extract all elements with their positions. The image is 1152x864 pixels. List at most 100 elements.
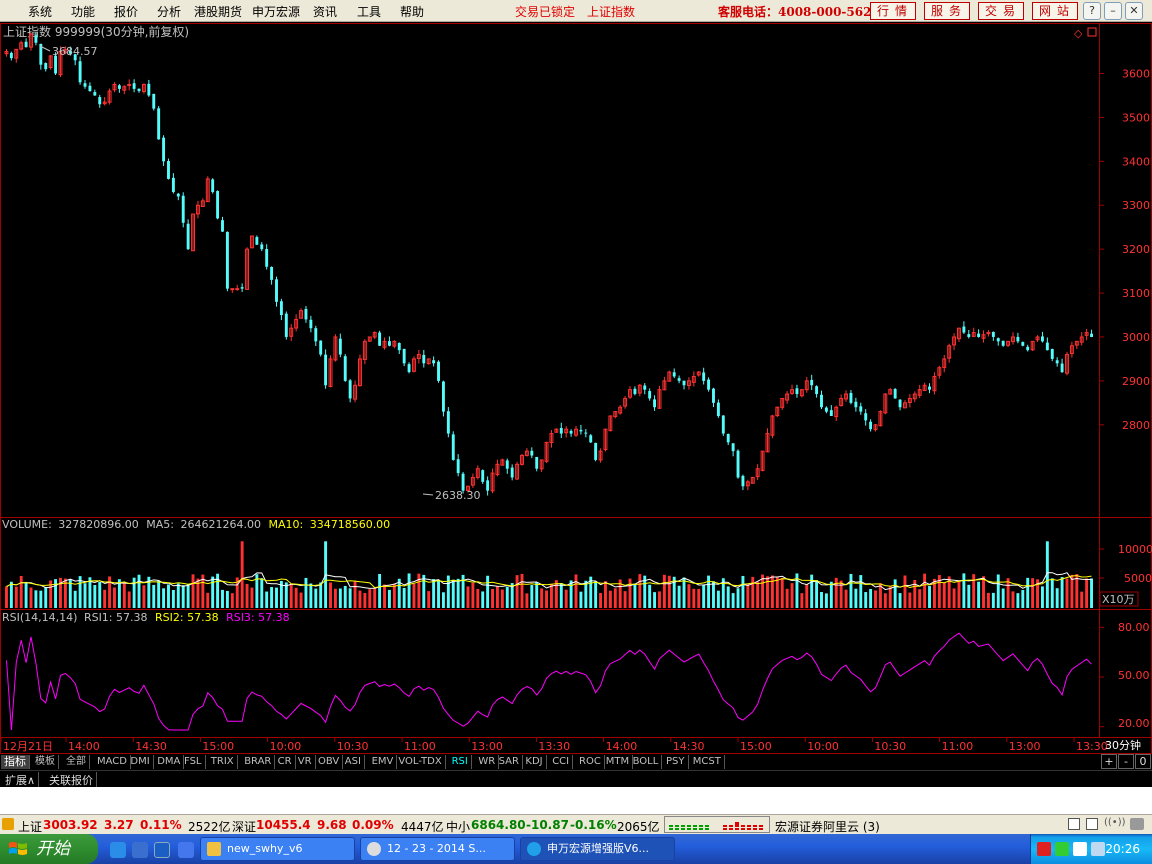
chart-diamond-icon[interactable]: ◇ — [1074, 27, 1083, 40]
ticker-lock-icon[interactable] — [2, 818, 14, 830]
volume-bar — [83, 583, 87, 608]
indicator-tab-dma[interactable]: DMA — [154, 755, 185, 769]
chart-area[interactable]: 上证指数 999999(30分钟,前复权) ◇ 2800 2900 3000 3100… — [0, 23, 1152, 754]
candle-body — [314, 328, 318, 342]
volume-bar — [540, 588, 544, 608]
related-quote-tab[interactable]: 关联报价 — [46, 772, 97, 788]
help-icon[interactable]: ? — [1083, 2, 1101, 20]
candle-body — [530, 450, 534, 456]
indicator-tab-mcst[interactable]: MCST — [690, 755, 725, 769]
volume-bar — [1040, 586, 1044, 608]
time-tick-label: 10:30 — [874, 740, 906, 753]
volume-bar — [991, 592, 995, 608]
period-label[interactable]: 30分钟 — [1105, 738, 1141, 752]
minimize-icon[interactable]: – — [1104, 2, 1122, 20]
volume-bar — [707, 575, 711, 608]
indicator-tab-fsl[interactable]: FSL — [181, 755, 206, 769]
indicator-tab-vr[interactable]: VR — [295, 755, 316, 769]
menu-quote[interactable]: 报价 — [114, 3, 138, 20]
indicator-tab-asi[interactable]: ASI — [342, 755, 365, 769]
menu-help[interactable]: 帮助 — [400, 3, 424, 20]
indicator-tab-trix[interactable]: TRIX — [208, 755, 238, 769]
service-button[interactable]: 服务 — [924, 2, 970, 20]
indicator-tab-cr[interactable]: CR — [275, 755, 296, 769]
volume-bar — [1055, 588, 1059, 608]
menu-system[interactable]: 系统 — [28, 3, 52, 20]
candle-body — [181, 195, 185, 223]
kline-chart[interactable]: 上证指数 999999(30分钟,前复权) ◇ 2800290030003100… — [0, 23, 1152, 754]
volume-bar — [834, 577, 838, 608]
window-icon[interactable] — [1068, 818, 1080, 830]
volume-bar — [211, 576, 215, 608]
volume-bar — [770, 575, 774, 608]
start-button[interactable]: 开始 — [0, 834, 98, 864]
volume-bar — [957, 581, 961, 608]
security-icon[interactable] — [1037, 842, 1051, 856]
volume-bar — [44, 587, 48, 608]
indicator-tab-vol-tdx[interactable]: VOL-TDX — [395, 755, 446, 769]
indicator-tab-obv[interactable]: OBV — [315, 755, 344, 769]
reset-button[interactable]: 0 — [1135, 754, 1151, 769]
desktop-icon[interactable] — [154, 842, 170, 858]
indicator-tab-dmi[interactable]: DMI — [127, 755, 154, 769]
indicator-tab-roc[interactable]: ROC — [576, 755, 605, 769]
indicator-tab-模板[interactable]: 模板 — [32, 755, 59, 769]
candle-body — [864, 413, 868, 421]
volume-bar — [24, 581, 28, 608]
expand-tab[interactable]: 扩展∧ — [2, 772, 40, 788]
indicator-tab-指标[interactable]: 指标 — [1, 755, 30, 769]
close-icon[interactable]: ✕ — [1125, 2, 1143, 20]
menu-swhy[interactable]: 申万宏源 — [252, 3, 300, 20]
indicator-tab-emv[interactable]: EMV — [369, 755, 398, 769]
indicator-tab-boll[interactable]: BOLL — [630, 755, 663, 769]
candle-body — [594, 442, 598, 460]
layout-icon[interactable] — [1086, 818, 1098, 830]
extension-row: 扩展∧ 关联报价 — [0, 770, 1152, 788]
zx-amount: 2065亿 — [617, 820, 660, 834]
volume-bars — [5, 541, 1093, 608]
website-button[interactable]: 网站 — [1032, 2, 1078, 20]
task-recorder[interactable]: 12 - 23 - 2014 S... — [360, 837, 515, 861]
zoom-in-button[interactable]: + — [1101, 754, 1117, 769]
candle-body — [451, 434, 455, 460]
volume-bar — [569, 580, 573, 608]
volume-icon[interactable] — [1091, 842, 1105, 856]
network-status-icon[interactable] — [1055, 842, 1069, 856]
indicator-tab-sar[interactable]: SAR — [496, 755, 523, 769]
chart-maximize-icon[interactable] — [1087, 27, 1097, 37]
candle-body — [230, 288, 235, 291]
network-icon[interactable] — [1130, 818, 1144, 830]
task-folder[interactable]: new_swhy_v6 — [200, 837, 355, 861]
menu-hk-futures[interactable]: 港股期货 — [194, 3, 242, 20]
media-icon[interactable] — [178, 842, 194, 858]
indicator-tab-cci[interactable]: CCI — [549, 755, 574, 769]
menu-news[interactable]: 资讯 — [313, 3, 337, 20]
menu-tools[interactable]: 工具 — [357, 3, 381, 20]
indicator-tab-macd[interactable]: MACD — [94, 755, 131, 769]
browser-icon[interactable] — [132, 842, 148, 858]
zx-name: 中小 — [446, 820, 471, 834]
candle-body — [672, 372, 676, 377]
task-trading-app[interactable]: 申万宏源增强版V6... — [520, 837, 675, 861]
volume-bar — [289, 583, 293, 608]
volume-bar — [39, 590, 43, 608]
indicator-tab-rsi[interactable]: RSI — [449, 755, 472, 769]
ie-icon[interactable] — [110, 842, 126, 858]
volume-bar — [574, 574, 578, 608]
indicator-tab-psy[interactable]: PSY — [663, 755, 689, 769]
indicator-tab-全部[interactable]: 全部 — [63, 755, 90, 769]
zoom-out-button[interactable]: - — [1118, 754, 1134, 769]
candle-body — [422, 354, 426, 364]
server-name[interactable]: 宏源证券阿里云 (3) — [775, 818, 880, 835]
trade-button[interactable]: 交易 — [978, 2, 1024, 20]
rsi-tick-20: 20.00 — [1118, 717, 1150, 730]
shield-icon[interactable] — [1073, 842, 1087, 856]
indicator-tab-kdj[interactable]: KDJ — [522, 755, 547, 769]
menu-function[interactable]: 功能 — [71, 3, 95, 20]
candle-body — [1021, 342, 1025, 346]
candle-body — [9, 52, 13, 59]
volume-bar — [653, 592, 657, 608]
menu-analysis[interactable]: 分析 — [157, 3, 181, 20]
quote-button[interactable]: 行情 — [870, 2, 916, 20]
indicator-tab-brar[interactable]: BRAR — [241, 755, 276, 769]
